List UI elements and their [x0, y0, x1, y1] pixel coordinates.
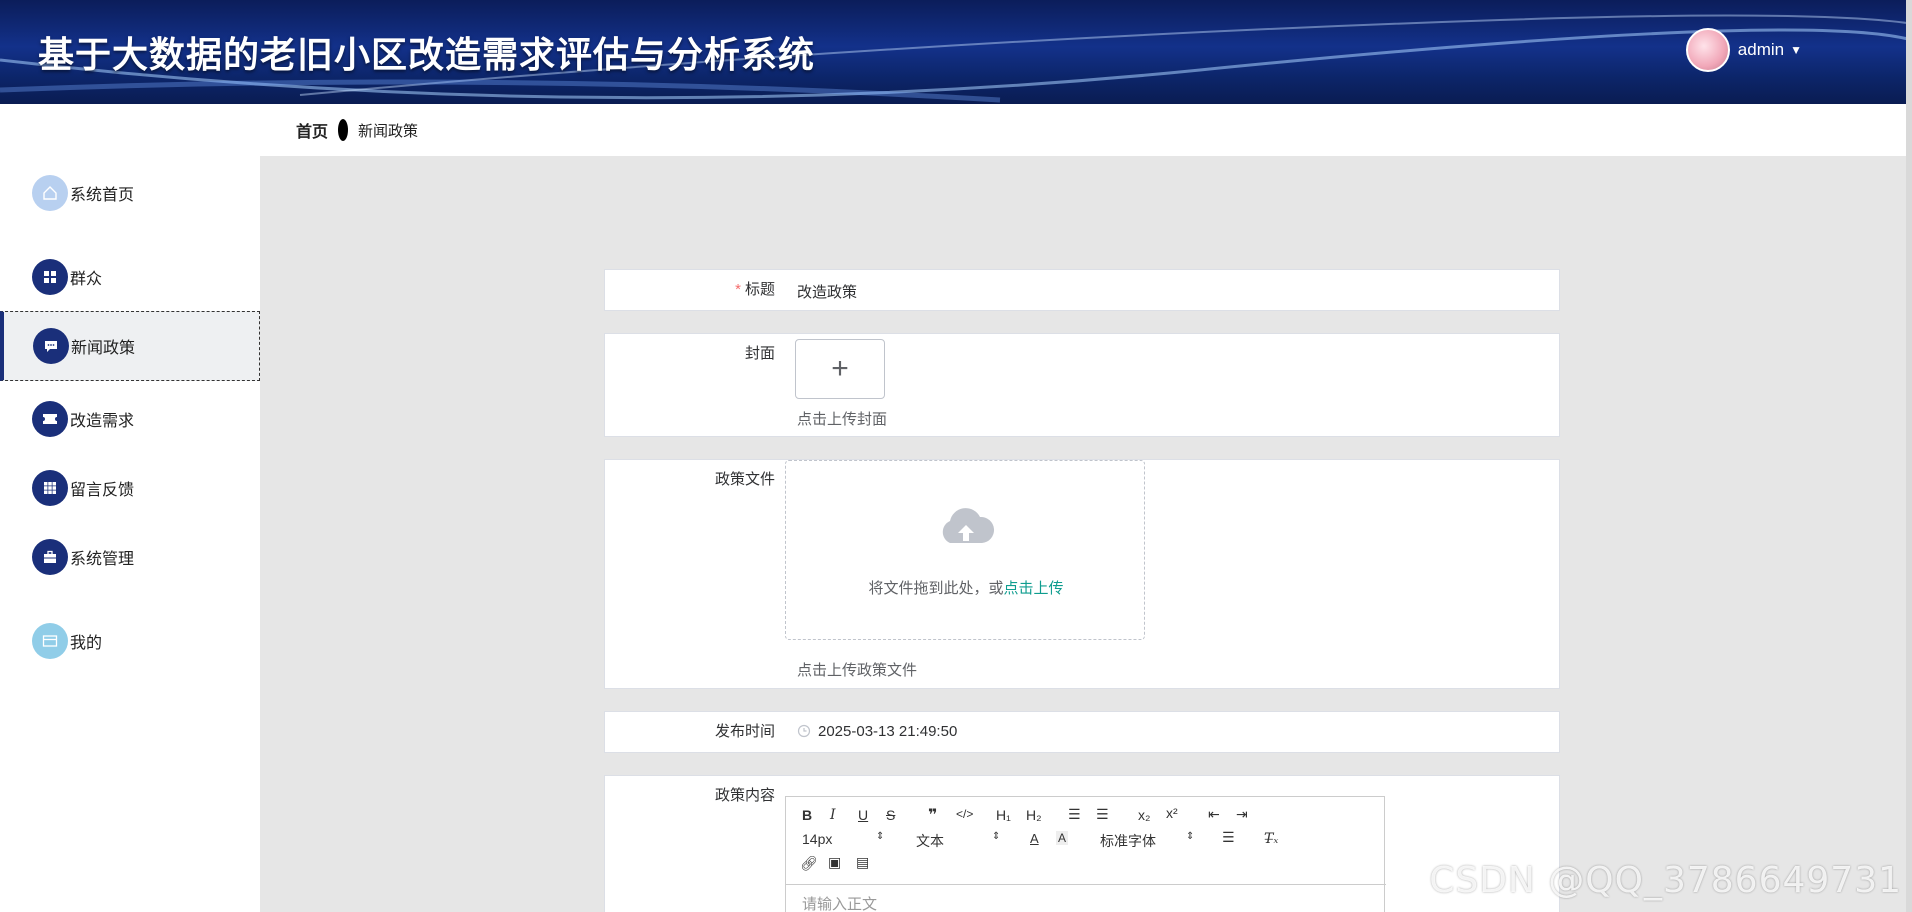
bold-icon[interactable]: B	[802, 807, 812, 823]
link-icon[interactable]: 🔗︎	[800, 855, 818, 872]
title-input[interactable]: 改造政策	[797, 281, 857, 302]
image-icon[interactable]: ▣	[828, 854, 841, 871]
sidebar-item-label: 新闻政策	[71, 340, 136, 357]
sidebar-item-masses[interactable]: 群众	[0, 242, 260, 312]
card-icon	[32, 623, 68, 659]
blockquote-icon[interactable]: ❞	[928, 805, 937, 825]
sidebar-item-demand[interactable]: 改造需求	[0, 384, 260, 454]
cover-tip: 点击上传封面	[797, 411, 888, 428]
username[interactable]: admin	[1738, 40, 1784, 60]
sidebar-item-label: 系统首页	[70, 187, 135, 204]
ordered-list-icon[interactable]: ☰	[1068, 806, 1081, 823]
indent-icon[interactable]: ⇥	[1236, 806, 1248, 823]
strikethrough-icon[interactable]: S	[886, 807, 895, 823]
sidebar-item-label: 群众	[70, 271, 103, 288]
form-row-content: 政策内容 B I U S ❞ </> H₁ H₂ ☰ ☰ x₂ x² ⇤ ⇥ 1…	[604, 775, 1560, 912]
chevron-updown-icon: ⇕	[1186, 831, 1195, 842]
chevron-updown-icon: ⇕	[876, 831, 885, 842]
watermark: CSDN @QQ_3786649731	[1429, 860, 1902, 901]
block-format-select[interactable]: 文本	[916, 831, 944, 851]
breadcrumb-current: 新闻政策	[358, 122, 419, 140]
sidebar-item-feedback[interactable]: 留言反馈	[0, 453, 260, 523]
upload-link[interactable]: 点击上传	[1004, 580, 1064, 597]
clear-format-icon[interactable]: T̶ₓ	[1264, 831, 1278, 847]
outdent-icon[interactable]: ⇤	[1208, 806, 1220, 823]
user-menu[interactable]: admin ▼	[1685, 28, 1802, 72]
sidebar-item-label: 留言反馈	[70, 482, 135, 499]
background-color-icon[interactable]: A	[1056, 831, 1069, 845]
cover-upload-button[interactable]: +	[795, 339, 885, 399]
cover-label: 封面	[744, 345, 775, 362]
app-header: 基于大数据的老旧小区改造需求评估与分析系统 admin ▼	[0, 0, 1912, 104]
sidebar-item-label: 我的	[70, 635, 103, 652]
time-input[interactable]: 2025-03-13 21:49:50	[818, 723, 957, 740]
app-title: 基于大数据的老旧小区改造需求评估与分析系统	[38, 35, 816, 76]
title-label: * 标题	[735, 281, 775, 298]
chevron-down-icon[interactable]: ▼	[1790, 43, 1802, 57]
required-mark: *	[735, 281, 741, 298]
underline-icon[interactable]: U	[858, 807, 868, 823]
briefcase-icon	[32, 539, 68, 575]
rich-text-editor[interactable]: B I U S ❞ </> H₁ H₂ ☰ ☰ x₂ x² ⇤ ⇥ 14px ⇕…	[785, 796, 1386, 912]
form-row-file: 政策文件 将文件拖到此处，或点击上传 点击上传政策文件	[604, 459, 1560, 689]
avatar[interactable]	[1685, 28, 1730, 72]
heading1-icon[interactable]: H₁	[996, 807, 1011, 823]
drop-zone-text: 将文件拖到此处，或点击上传	[868, 580, 1064, 597]
sidebar-item-label: 系统管理	[70, 551, 135, 568]
chevron-updown-icon: ⇕	[992, 831, 1001, 842]
home-icon	[32, 175, 68, 211]
file-drop-zone[interactable]: 将文件拖到此处，或点击上传	[785, 460, 1145, 640]
font-size-select[interactable]: 14px	[802, 831, 832, 847]
sidebar-item-system[interactable]: 系统管理	[0, 522, 260, 592]
apps-icon	[32, 470, 68, 506]
form-row-title: * 标题 改造政策	[604, 269, 1560, 311]
time-label: 发布时间	[714, 723, 775, 740]
plus-icon: +	[831, 352, 849, 385]
upload-cloud-icon	[942, 508, 995, 543]
file-tip: 点击上传政策文件	[797, 662, 918, 679]
message-icon	[33, 328, 69, 364]
sidebar-item-label: 改造需求	[70, 413, 135, 430]
sidebar: 系统首页 群众 新闻政策 改造需求 留言反馈 系统管理 我的	[0, 104, 260, 912]
sidebar-item-mine[interactable]: 我的	[0, 606, 260, 676]
breadcrumb-separator	[338, 119, 349, 141]
page-scrollbar[interactable]	[1906, 0, 1912, 912]
font-family-select[interactable]: 标准字体	[1100, 831, 1156, 851]
video-icon[interactable]: ▤	[856, 854, 869, 871]
superscript-icon[interactable]: x²	[1166, 805, 1178, 821]
sidebar-item-news[interactable]: 新闻政策	[0, 311, 260, 381]
italic-icon[interactable]: I	[830, 807, 836, 823]
bullet-list-icon[interactable]: ☰	[1096, 806, 1109, 823]
heading2-icon[interactable]: H₂	[1026, 807, 1042, 823]
sidebar-item-home[interactable]: 系统首页	[0, 158, 260, 228]
font-color-icon[interactable]: A	[1030, 831, 1039, 846]
grid-icon	[32, 259, 68, 295]
editor-placeholder: 请输入正文	[802, 896, 878, 912]
align-icon[interactable]: ☰	[1222, 829, 1235, 846]
main-content: * 标题 改造政策 封面 + 点击上传封面 政策文件 将文件拖到此处，或点击上传 …	[260, 156, 1906, 912]
ticket-icon	[32, 401, 68, 437]
form-row-time: 发布时间 2025-03-13 21:49:50	[604, 711, 1560, 753]
code-icon[interactable]: </>	[956, 807, 973, 821]
form-row-cover: 封面 + 点击上传封面	[604, 333, 1560, 437]
clock-icon	[797, 724, 811, 738]
breadcrumb: 首页 新闻政策	[260, 104, 1906, 156]
editor-toolbar: B I U S ❞ </> H₁ H₂ ☰ ☰ x₂ x² ⇤ ⇥ 14px ⇕…	[786, 797, 1386, 885]
breadcrumb-home[interactable]: 首页	[296, 118, 328, 142]
subscript-icon[interactable]: x₂	[1138, 807, 1150, 823]
file-label: 政策文件	[714, 471, 775, 488]
content-label: 政策内容	[714, 787, 775, 804]
